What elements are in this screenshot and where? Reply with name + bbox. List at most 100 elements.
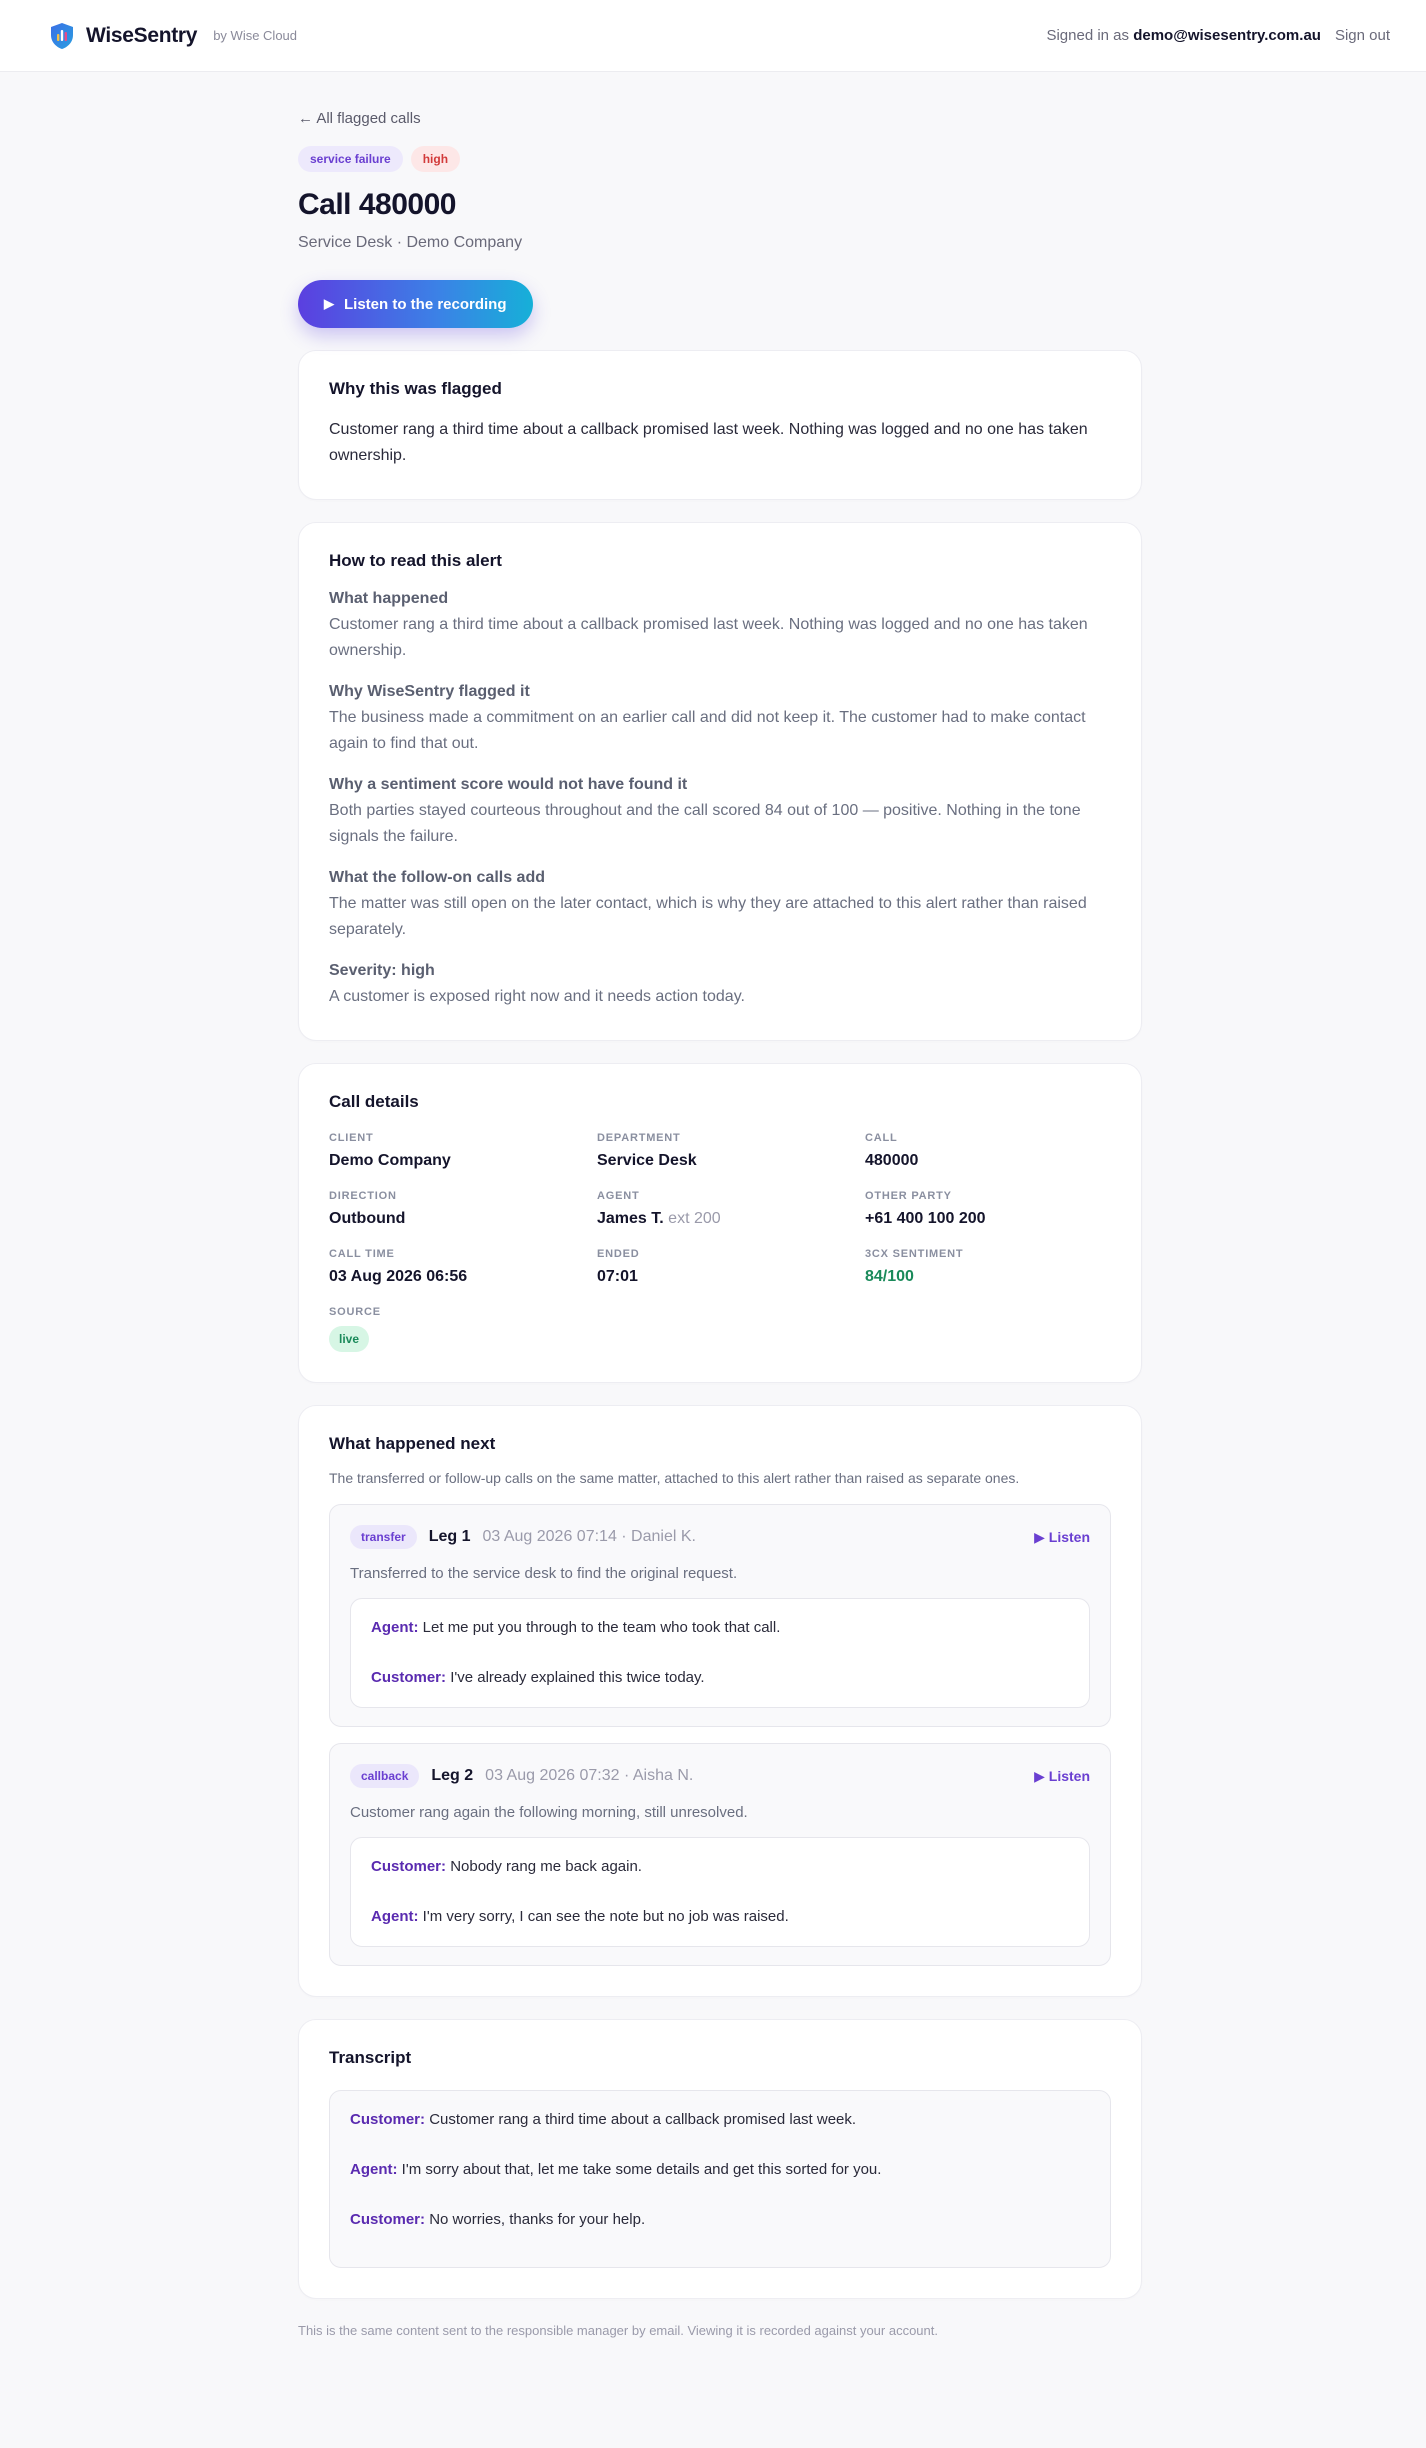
read-item-heading: Why WiseSentry flagged it bbox=[329, 683, 530, 700]
what-happened-next-card: What happened next The transferred or fo… bbox=[298, 1405, 1142, 1997]
transcript-card: Transcript Customer: Customer rang a thi… bbox=[298, 2019, 1142, 2299]
speaker-label: Customer: bbox=[371, 1669, 447, 1686]
sign-out-link[interactable]: Sign out bbox=[1335, 27, 1390, 44]
detail-label: CALL bbox=[865, 1132, 898, 1144]
line-text: Customer rang a third time about a callb… bbox=[429, 2111, 857, 2128]
leg-conversation: Agent: Let me put you through to the tea… bbox=[350, 1598, 1090, 1708]
detail-value: Outbound bbox=[329, 1210, 406, 1227]
call-details-grid: CLIENT Demo Company DEPARTMENT Service D… bbox=[329, 1132, 1111, 1352]
signed-in-text: Signed in as demo@wisesentry.com.au bbox=[1046, 27, 1320, 44]
conversation-line: Agent: Let me put you through to the tea… bbox=[371, 1617, 1069, 1639]
how-to-read-title: How to read this alert bbox=[329, 551, 502, 570]
leg-type-badge: callback bbox=[350, 1764, 420, 1788]
page-title: Call 480000 bbox=[298, 188, 456, 221]
conversation-line: Customer: I've already explained this tw… bbox=[371, 1667, 1069, 1689]
conversation-line: Customer: Nobody rang me back again. bbox=[371, 1856, 1069, 1878]
play-icon: ▶ bbox=[324, 296, 334, 311]
transcript-line: Agent: I'm sorry about that, let me take… bbox=[350, 2159, 1090, 2181]
why-flagged-text: Customer rang a third time about a callb… bbox=[329, 421, 1088, 464]
detail-value: Service Desk bbox=[597, 1152, 697, 1169]
line-text: Let me put you through to the team who t… bbox=[422, 1619, 781, 1636]
detail-value: 07:01 bbox=[597, 1268, 638, 1285]
leg-number: Leg 1 bbox=[428, 1528, 471, 1545]
detail-label: AGENT bbox=[597, 1190, 640, 1202]
read-item: What the follow-on calls add The matter … bbox=[329, 866, 1111, 943]
detail-other-party: OTHER PARTY +61 400 100 200 bbox=[865, 1190, 1111, 1228]
read-item-heading: Severity: high bbox=[329, 962, 435, 979]
detail-direction: DIRECTION Outbound bbox=[329, 1190, 597, 1228]
detail-client: CLIENT Demo Company bbox=[329, 1132, 597, 1170]
agent-extension: ext 200 bbox=[668, 1210, 721, 1227]
agent-name: James T. bbox=[597, 1210, 664, 1227]
detail-call-time: CALL TIME 03 Aug 2026 06:56 bbox=[329, 1248, 597, 1286]
read-item-heading: Why a sentiment score would not have fou… bbox=[329, 776, 688, 793]
leg-number: Leg 2 bbox=[431, 1767, 474, 1784]
call-leg-header: transfer Leg 1 03 Aug 2026 07:14 · Danie… bbox=[350, 1525, 1090, 1549]
detail-value: Demo Company bbox=[329, 1152, 451, 1169]
leg-meta: 03 Aug 2026 07:32 · Aisha N. bbox=[485, 1767, 694, 1784]
detail-label: CALL TIME bbox=[329, 1248, 395, 1260]
leg-type-badge: transfer bbox=[350, 1525, 417, 1549]
transcript-line: Customer: No worries, thanks for your he… bbox=[350, 2209, 1090, 2231]
why-flagged-title: Why this was flagged bbox=[329, 379, 502, 398]
speaker-label: Customer: bbox=[350, 2111, 426, 2128]
speaker-label: Customer: bbox=[350, 2211, 426, 2228]
footer-note: This is the same content sent to the res… bbox=[298, 2323, 938, 2338]
detail-source: SOURCE live bbox=[329, 1306, 597, 1352]
transcript-line: Customer: Customer rang a third time abo… bbox=[350, 2109, 1090, 2131]
brand-name: WiseSentry bbox=[86, 23, 198, 47]
call-details-title: Call details bbox=[329, 1092, 419, 1111]
line-text: Nobody rang me back again. bbox=[450, 1858, 642, 1875]
read-item-text: The business made a commitment on an ear… bbox=[329, 709, 1086, 752]
detail-agent: AGENT James T. ext 200 bbox=[597, 1190, 865, 1228]
detail-label: SOURCE bbox=[329, 1306, 381, 1318]
conversation-line: Agent: I'm very sorry, I can see the not… bbox=[371, 1906, 1069, 1928]
detail-department: DEPARTMENT Service Desk bbox=[597, 1132, 865, 1170]
detail-sentiment: 3CX SENTIMENT 84/100 bbox=[865, 1248, 1111, 1286]
call-leg-header: callback Leg 2 03 Aug 2026 07:32 · Aisha… bbox=[350, 1764, 1090, 1788]
detail-ended: ENDED 07:01 bbox=[597, 1248, 865, 1286]
listen-recording-button[interactable]: ▶ Listen to the recording bbox=[298, 280, 533, 328]
read-item: What happened Customer rang a third time… bbox=[329, 587, 1111, 664]
leg-listen-link[interactable]: ▶ Listen bbox=[1034, 1529, 1090, 1546]
category-badge: service failure bbox=[298, 146, 403, 172]
transcript-title: Transcript bbox=[329, 2048, 412, 2067]
leg-listen-link[interactable]: ▶ Listen bbox=[1034, 1768, 1090, 1785]
source-badge: live bbox=[329, 1326, 370, 1352]
read-item-text: A customer is exposed right now and it n… bbox=[329, 988, 745, 1005]
sentiment-score: 84/100 bbox=[865, 1268, 914, 1285]
leg-meta: 03 Aug 2026 07:14 · Daniel K. bbox=[482, 1528, 696, 1545]
detail-call: CALL 480000 bbox=[865, 1132, 1111, 1170]
read-item: Why WiseSentry flagged it The business m… bbox=[329, 680, 1111, 757]
detail-label: 3CX SENTIMENT bbox=[865, 1248, 964, 1260]
alert-tags: service failure high bbox=[298, 146, 1142, 172]
transcript-body: Customer: Customer rang a third time abo… bbox=[329, 2090, 1111, 2268]
detail-value: +61 400 100 200 bbox=[865, 1210, 986, 1227]
account-area: Signed in as demo@wisesentry.com.au Sign… bbox=[1046, 27, 1390, 44]
line-text: I've already explained this twice today. bbox=[450, 1669, 705, 1686]
line-text: I'm sorry about that, let me take some d… bbox=[401, 2161, 882, 2178]
listen-recording-label: Listen to the recording bbox=[344, 295, 507, 313]
speaker-label: Customer: bbox=[371, 1858, 447, 1875]
what-happened-next-description: The transferred or follow-up calls on th… bbox=[329, 1470, 1020, 1486]
detail-label: DIRECTION bbox=[329, 1190, 397, 1202]
back-to-flagged-calls-link[interactable]: ← All flagged calls bbox=[298, 110, 421, 127]
top-bar: WiseSentry by Wise Cloud Signed in as de… bbox=[0, 0, 1426, 72]
what-happened-next-title: What happened next bbox=[329, 1434, 496, 1453]
read-item-text: Both parties stayed courteous throughout… bbox=[329, 802, 1081, 845]
detail-label: OTHER PARTY bbox=[865, 1190, 952, 1202]
read-item-heading: What the follow-on calls add bbox=[329, 869, 545, 886]
leg-description: Transferred to the service desk to find … bbox=[350, 1565, 738, 1582]
detail-label: ENDED bbox=[597, 1248, 640, 1260]
brand[interactable]: WiseSentry by Wise Cloud bbox=[50, 22, 297, 50]
line-text: No worries, thanks for your help. bbox=[429, 2211, 646, 2228]
detail-value: 480000 bbox=[865, 1152, 919, 1169]
detail-value: 03 Aug 2026 06:56 bbox=[329, 1268, 468, 1285]
read-item: Severity: high A customer is exposed rig… bbox=[329, 959, 1111, 1010]
how-to-read-card: How to read this alert What happened Cus… bbox=[298, 522, 1142, 1041]
signed-in-prefix: Signed in as bbox=[1046, 27, 1130, 44]
read-item: Why a sentiment score would not have fou… bbox=[329, 773, 1111, 850]
shield-logo-icon bbox=[51, 22, 73, 49]
read-item-heading: What happened bbox=[329, 590, 449, 607]
why-flagged-card: Why this was flagged Customer rang a thi… bbox=[298, 350, 1142, 500]
